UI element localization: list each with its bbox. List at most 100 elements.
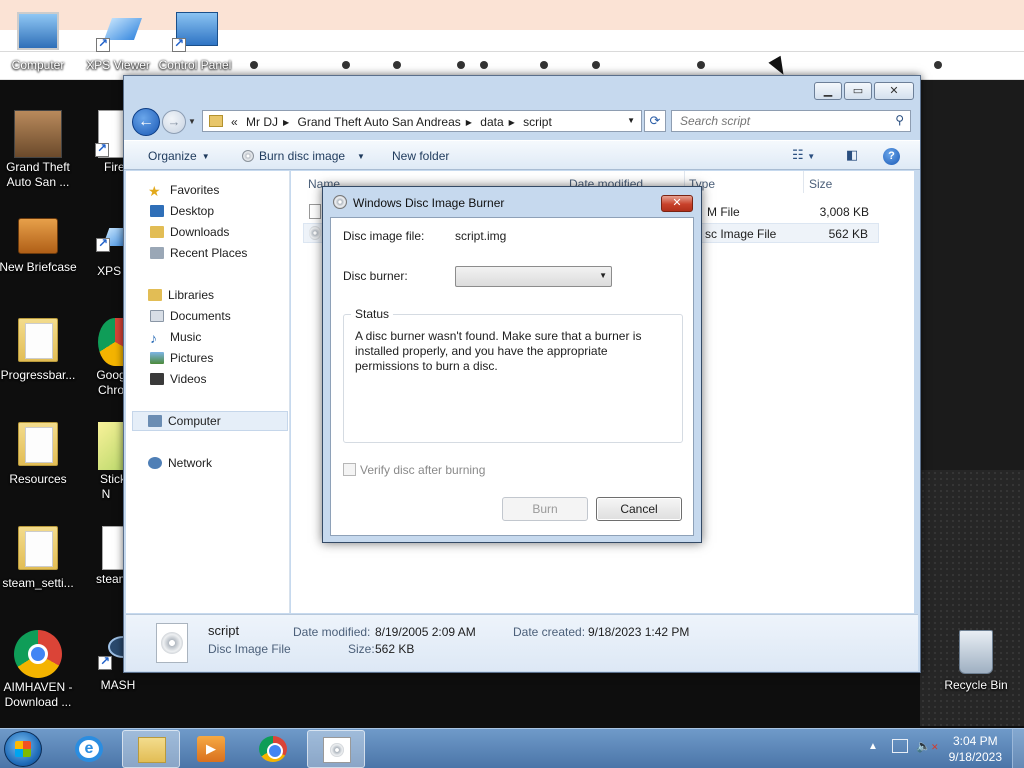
recent-pages-dropdown[interactable]: ▼ [188,117,196,126]
forward-button[interactable]: → [162,110,186,134]
column-header-size[interactable]: Size [809,177,832,191]
nav-computer[interactable]: Computer [148,414,221,428]
folder-icon [14,422,62,470]
desktop-icon-progressbar[interactable]: Progressbar... [0,318,80,383]
desktop-icon-control-panel[interactable]: Control Panel [153,12,237,73]
close-button[interactable]: ✕ [874,82,914,100]
bookmark-item [697,61,708,70]
disc-burner-select[interactable] [455,266,612,287]
desktop-icon-label: Resources [9,472,67,486]
taskbar-windows-explorer[interactable] [122,730,180,768]
taskbar-disc-image-burner[interactable] [307,730,365,768]
file-size: 562 KB [828,227,868,241]
nav-videos[interactable]: Videos [150,372,206,386]
details-date-modified-label: Date modified: [293,625,371,639]
cancel-button[interactable]: Cancel [596,497,682,521]
maximize-button[interactable]: ▭ [844,82,872,100]
media-player-icon: ▶ [197,736,225,762]
file-type: sc Image File [705,227,777,241]
show-hidden-icons-button[interactable]: ▲ [868,741,878,752]
preview-pane-button[interactable]: ◧ [846,147,858,163]
network-icon[interactable] [892,739,908,753]
minimize-button[interactable]: ▁ [814,82,842,100]
nav-network[interactable]: Network [148,456,212,470]
verify-disc-checkbox[interactable]: Verify disc after burning [343,463,485,477]
nav-desktop[interactable]: Desktop [150,204,214,218]
chevron-right-icon[interactable]: ▶ [283,118,289,127]
nav-downloads[interactable]: Downloads [150,225,229,239]
clock[interactable]: 3:04 PM 9/18/2023 [949,733,1002,765]
nav-recent-places[interactable]: Recent Places [150,246,247,260]
nav-favorites[interactable]: ★ Favorites [148,183,219,199]
taskbar-internet-explorer[interactable]: e [60,730,118,768]
pictures-icon [150,352,164,364]
nav-pictures[interactable]: Pictures [150,351,213,365]
xps-viewer-icon [96,12,143,52]
desktop-icon-resources[interactable]: Resources [0,422,80,487]
burn-button[interactable]: Burn [502,497,588,521]
help-icon[interactable]: ? [883,148,900,165]
breadcrumb-item[interactable]: data [480,115,503,129]
view-options-button[interactable]: ☷ ▼ [792,147,815,163]
file-icon [309,204,321,219]
clock-time: 3:04 PM [952,734,998,748]
taskbar-media-player[interactable]: ▶ [182,730,240,768]
breadcrumb-overflow[interactable]: « [231,115,238,129]
checkbox-box[interactable] [343,463,356,476]
column-divider[interactable] [803,171,804,193]
desktop-icon-label: Control Panel [158,58,232,72]
bookmark-item [540,61,551,70]
music-icon: ♪ [150,330,157,346]
disc-icon [242,150,254,162]
details-file-name: script [208,623,240,638]
desktop-icon-recycle-bin[interactable]: Recycle Bin [934,630,1018,693]
new-folder-button[interactable]: New folder [392,149,449,163]
recent-places-icon [150,247,164,259]
taskbar-chrome[interactable] [244,730,302,768]
desktop-icon [150,205,164,217]
disc-icon [333,195,347,209]
nav-label: Pictures [170,351,214,365]
details-date-modified: 8/19/2005 2:09 AM [375,625,476,639]
nav-label: Music [170,330,202,344]
desktop-icon-gta-san-andreas[interactable]: Grand Theft Auto San ... [0,110,80,190]
desktop-icon-computer[interactable]: Computer [0,12,80,73]
breadcrumb-item[interactable]: Mr DJ [246,115,278,129]
burn-disc-image-button[interactable]: Burn disc image ▼ [242,149,365,163]
desktop-icon-label: Computer [11,58,65,72]
nav-label: Libraries [168,288,215,302]
nav-label: Videos [170,372,207,386]
new-folder-label: New folder [392,149,450,163]
breadcrumb-item[interactable]: Grand Theft Auto San Andreas [298,115,461,129]
chevron-right-icon[interactable]: ▶ [509,118,515,127]
address-bar[interactable]: « Mr DJ ▶ Grand Theft Auto San Andreas ▶ d… [202,110,642,132]
desktop-icon-aimhaven[interactable]: AIMHAVEN - Download ... [0,630,80,710]
nav-libraries[interactable]: Libraries [148,288,214,302]
organize-button[interactable]: Organize ▼ [148,149,210,163]
volume-muted-icon[interactable]: 🔈✕ [916,739,939,753]
chevron-right-icon[interactable]: ▶ [466,118,472,127]
desktop-icon-xps-viewer[interactable]: XPS Viewer [76,12,160,73]
details-file-type: Disc Image File [208,642,291,656]
search-box[interactable]: ⚲ [671,110,911,132]
nav-documents[interactable]: Documents [150,309,231,323]
search-input[interactable] [680,111,880,131]
disc-image-icon [309,226,321,240]
show-desktop-button[interactable] [1012,729,1024,768]
dialog-close-button[interactable]: ✕ [661,195,693,212]
desktop-icon-steam-settings[interactable]: steam_setti... [0,526,80,591]
desktop-icon-new-briefcase[interactable]: New Briefcase [0,214,80,275]
star-icon: ★ [148,183,161,199]
disc-image-burner-dialog: Windows Disc Image Burner ✕ Disc image f… [322,186,702,543]
breadcrumb-item[interactable]: script [523,115,552,129]
chevron-down-icon: ▼ [807,152,816,161]
nav-label: Recent Places [170,246,248,260]
bookmark-item [250,61,261,70]
start-button[interactable] [4,731,42,767]
chevron-down-icon: ▼ [357,152,365,161]
address-dropdown[interactable]: ▼ [627,116,635,125]
back-button[interactable]: ← [132,108,160,136]
desktop-icon-label: Recycle Bin [944,678,1008,692]
nav-music[interactable]: ♪ Music [150,330,202,346]
refresh-button[interactable]: ⟳ [644,110,666,132]
